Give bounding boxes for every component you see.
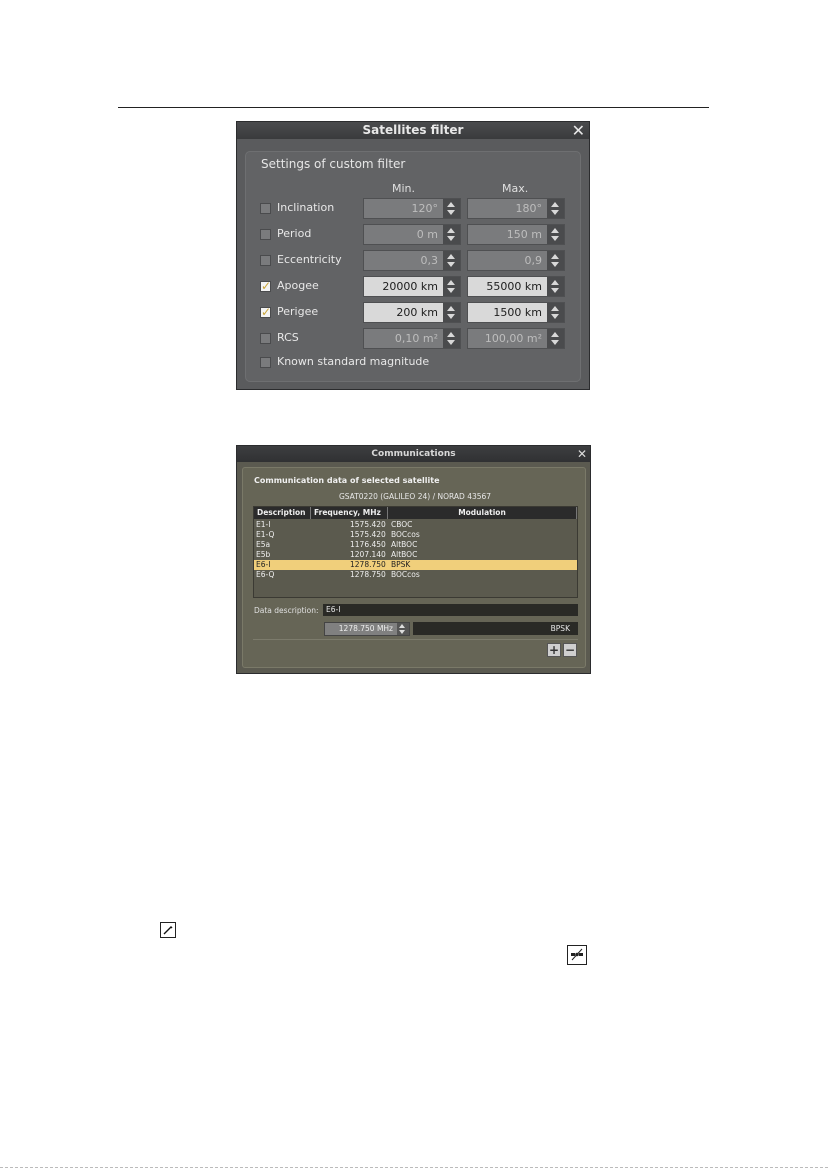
rcs-max-spinbox[interactable]: 100,00 m² (467, 328, 565, 349)
table-row[interactable]: E1-Q 1575.420 BOCcos (254, 530, 577, 540)
group-heading: Communication data of selected satellite (254, 476, 440, 485)
spin-arrows-icon[interactable] (443, 199, 460, 218)
rcs-label: RCS (277, 331, 299, 344)
table-row-selected[interactable]: E6-I 1278.750 BPSK (254, 560, 577, 570)
dialog-title-bar: Satellites filter ✕ (237, 122, 589, 139)
communication-group: Communication data of selected satellite… (242, 467, 586, 668)
eccentricity-min-spinbox[interactable]: 0,3 (363, 250, 461, 271)
period-label: Period (277, 227, 312, 240)
data-description-label: Data description: (254, 606, 319, 615)
wrench-icon (160, 922, 176, 938)
filter-row-perigee: Perigee 200 km 1500 km (246, 302, 582, 324)
apogee-checkbox[interactable] (260, 279, 271, 293)
min-column-header: Min. (392, 182, 416, 195)
inclination-checkbox[interactable] (260, 203, 271, 214)
add-button[interactable]: + (547, 643, 561, 657)
eccentricity-checkbox[interactable] (260, 255, 271, 266)
page-bottom-rule (0, 1167, 828, 1168)
eccentricity-max-spinbox[interactable]: 0,9 (467, 250, 565, 271)
spin-arrows-icon[interactable] (443, 251, 460, 270)
inclination-max-spinbox[interactable]: 180° (467, 198, 565, 219)
custom-filter-group: Settings of custom filter Min. Max. Incl… (245, 151, 581, 382)
table-row[interactable]: E5b 1207.140 AltBOC (254, 550, 577, 560)
group-heading: Settings of custom filter (261, 157, 406, 171)
spin-arrows-icon[interactable] (443, 225, 460, 244)
dialog-title-bar: Communications ✕ (237, 446, 590, 462)
max-column-header: Max. (502, 182, 529, 195)
satellite-icon (567, 945, 587, 965)
column-header-modulation[interactable]: Modulation (388, 507, 577, 519)
filter-row-apogee: Apogee 20000 km 55000 km (246, 276, 582, 298)
spin-arrows-icon[interactable] (547, 199, 564, 218)
modulation-input[interactable]: BPSK (413, 622, 578, 635)
perigee-checkbox[interactable] (260, 305, 271, 319)
spin-arrows-icon[interactable] (547, 251, 564, 270)
apogee-max-spinbox[interactable]: 55000 km (467, 276, 565, 297)
period-min-spinbox[interactable]: 0 m (363, 224, 461, 245)
known-magnitude-checkbox[interactable] (260, 357, 271, 368)
header-rule (118, 107, 709, 108)
inclination-label: Inclination (277, 201, 335, 214)
apogee-label: Apogee (277, 279, 319, 292)
rcs-checkbox[interactable] (260, 333, 271, 344)
period-max-spinbox[interactable]: 150 m (467, 224, 565, 245)
frequency-spinbox[interactable]: 1278.750 MHz (324, 622, 410, 636)
spin-arrows-icon[interactable] (397, 623, 409, 635)
dialog-title: Communications (371, 449, 456, 459)
data-description-input[interactable]: E6-I (323, 604, 578, 616)
filter-row-period: Period 0 m 150 m (246, 224, 582, 246)
eccentricity-label: Eccentricity (277, 253, 342, 266)
apogee-min-spinbox[interactable]: 20000 km (363, 276, 461, 297)
perigee-max-spinbox[interactable]: 1500 km (467, 302, 565, 323)
period-checkbox[interactable] (260, 229, 271, 240)
perigee-label: Perigee (277, 305, 319, 318)
satellites-filter-dialog: Satellites filter ✕ Settings of custom f… (236, 121, 590, 390)
column-header-frequency[interactable]: Frequency, MHz (311, 507, 388, 519)
spin-arrows-icon[interactable] (443, 277, 460, 296)
spin-arrows-icon[interactable] (547, 277, 564, 296)
satellite-name: GSAT0220 (GALILEO 24) / NORAD 43567 (338, 492, 492, 501)
table-header: Description Frequency, MHz Modulation (254, 507, 577, 519)
filter-row-rcs: RCS 0,10 m² 100,00 m² (246, 328, 582, 350)
filter-row-eccentricity: Eccentricity 0,3 0,9 (246, 250, 582, 272)
table-row[interactable]: E6-Q 1278.750 BOCcos (254, 570, 577, 580)
filter-row-known-magnitude: Known standard magnitude (246, 352, 582, 374)
known-magnitude-label: Known standard magnitude (277, 355, 430, 368)
rcs-min-spinbox[interactable]: 0,10 m² (363, 328, 461, 349)
column-header-description[interactable]: Description (254, 507, 311, 519)
inclination-min-spinbox[interactable]: 120° (363, 198, 461, 219)
divider (253, 639, 578, 640)
communications-dialog: Communications ✕ Communication data of s… (236, 445, 591, 674)
filter-row-inclination: Inclination 120° 180° (246, 198, 582, 220)
communications-table[interactable]: Description Frequency, MHz Modulation E1… (253, 506, 578, 598)
close-icon[interactable]: ✕ (577, 446, 587, 462)
spin-arrows-icon[interactable] (443, 303, 460, 322)
remove-button[interactable]: − (563, 643, 577, 657)
dialog-title: Satellites filter (362, 123, 464, 137)
spin-arrows-icon[interactable] (547, 225, 564, 244)
table-row[interactable]: E1-I 1575.420 CBOC (254, 520, 577, 530)
perigee-min-spinbox[interactable]: 200 km (363, 302, 461, 323)
spin-arrows-icon[interactable] (547, 303, 564, 322)
spin-arrows-icon[interactable] (443, 329, 460, 348)
table-row[interactable]: E5a 1176.450 AltBOC (254, 540, 577, 550)
close-icon[interactable]: ✕ (572, 122, 585, 139)
spin-arrows-icon[interactable] (547, 329, 564, 348)
